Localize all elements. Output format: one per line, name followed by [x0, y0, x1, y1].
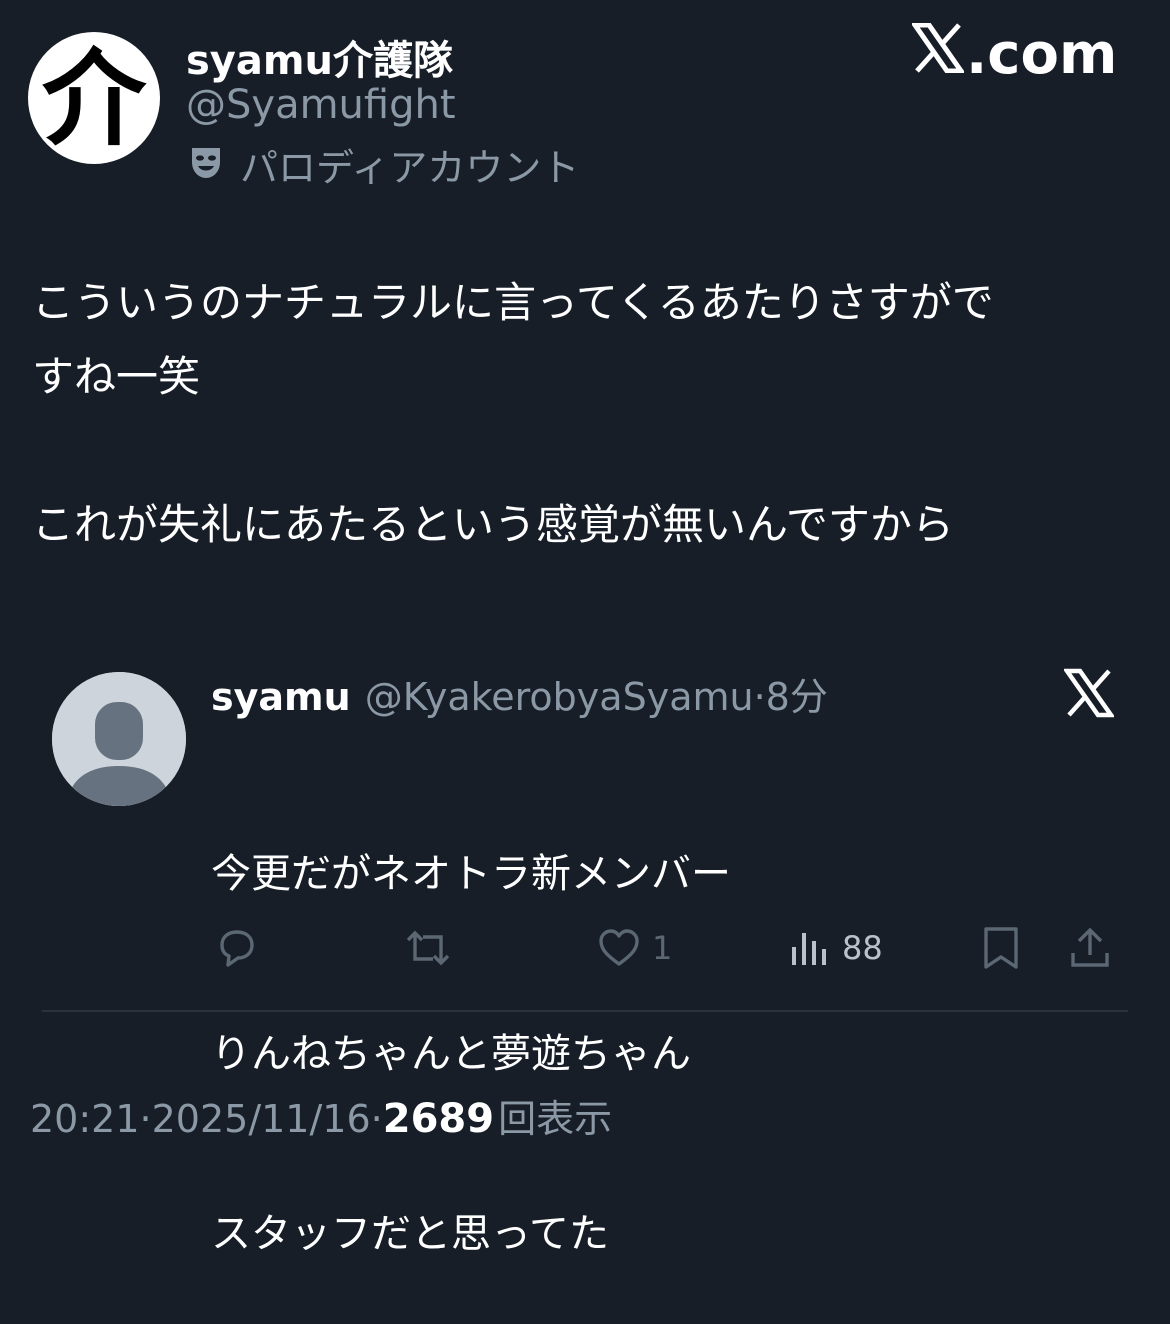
quoted-line: スタッフだと思ってた: [211, 1211, 609, 1257]
views-count: 88: [842, 929, 883, 967]
quoted-time: 8分: [765, 675, 828, 719]
tweet-time[interactable]: 20:21: [30, 1097, 140, 1141]
like-count: 1: [652, 929, 673, 967]
reply-icon: [220, 930, 254, 967]
like-icon: [599, 929, 639, 966]
meta-separator: ·: [139, 1097, 152, 1141]
x-logo-icon: [1062, 668, 1116, 718]
meta-separator: ·: [370, 1097, 383, 1141]
bookmark-button[interactable]: [980, 924, 1022, 972]
views-button[interactable]: 88: [788, 924, 883, 972]
quoted-line: りんねちゃんと夢遊ちゃん: [211, 1031, 691, 1077]
like-button[interactable]: 1: [596, 924, 672, 972]
avatar-glyph: 介: [41, 37, 146, 160]
quoted-text: 今更だがネオトラ新メンバー りんねちゃんと夢遊ちゃん スタッフだと思ってた: [211, 724, 731, 1324]
retweet-icon: [406, 930, 450, 966]
quoted-line: 今更だがネオトラ新メンバー: [211, 851, 731, 897]
x-com-watermark: .com: [910, 21, 1118, 87]
author-display-name[interactable]: syamu介護隊: [186, 28, 453, 86]
views-icon: [792, 933, 826, 965]
author-avatar[interactable]: 介: [28, 32, 160, 164]
default-avatar-icon: [52, 672, 186, 806]
tweet-text: こういうのナチュラルに言ってくるあたりさすがで すね一笑 これが失礼にあたるとい…: [32, 278, 994, 549]
reply-button[interactable]: [214, 924, 260, 972]
divider: [42, 1010, 1128, 1012]
quoted-avatar[interactable]: [52, 672, 186, 806]
quoted-handle[interactable]: @KyakerobyaSyamu: [365, 675, 754, 719]
quoted-header: syamu @KyakerobyaSyamu · 8分: [211, 666, 828, 722]
tweet-views-label: 回表示: [498, 1097, 613, 1141]
retweet-button[interactable]: [403, 924, 453, 972]
quoted-display-name[interactable]: syamu: [211, 675, 351, 719]
quoted-separator: ·: [753, 675, 766, 719]
tweet-meta: 20:21 · 2025/11/16 · 2689 回表示: [30, 1088, 613, 1142]
brand-text: .com: [966, 21, 1118, 87]
share-button[interactable]: [1068, 924, 1112, 972]
tweet-date[interactable]: 2025/11/16: [152, 1097, 371, 1141]
author-handle[interactable]: @Syamufight: [186, 82, 456, 128]
x-logo-icon: [910, 22, 966, 87]
drama-mask-icon: [186, 142, 226, 186]
tweet-views-count: 2689: [382, 1096, 495, 1142]
parody-label: パロディアカウント: [186, 140, 579, 190]
share-icon: [1071, 927, 1109, 967]
bookmark-icon: [984, 927, 1018, 969]
parody-label-text: パロディアカウント: [240, 145, 580, 190]
